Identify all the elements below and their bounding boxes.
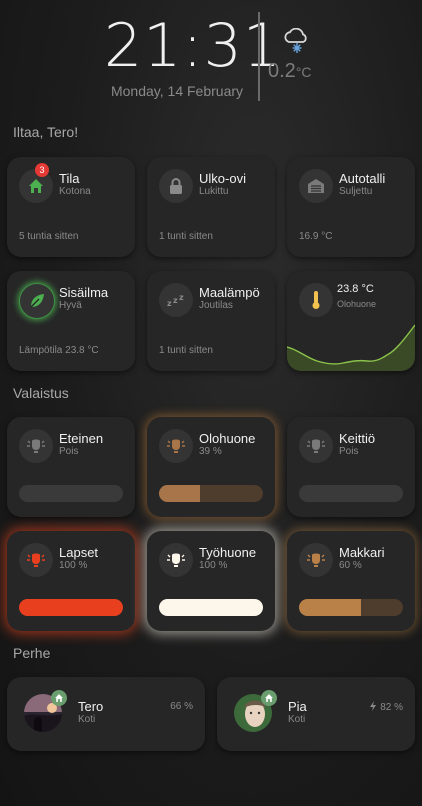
card-state: Suljettu [339, 186, 373, 197]
light-state: 60 % [339, 560, 362, 571]
brightness-fill [299, 599, 362, 616]
card-footer: 1 tunti sitten [159, 231, 213, 242]
light-name: Työhuone [199, 545, 257, 560]
brightness-fill [159, 599, 263, 616]
lock-icon [159, 169, 193, 203]
temperature-value: 23.8 °C [337, 283, 374, 295]
card-autotalli[interactable]: Autotalli Suljettu 16.9 °C [287, 157, 415, 257]
thermometer-icon [299, 283, 333, 317]
temperature-room: Olohuone [337, 299, 377, 309]
home-icon [261, 690, 277, 706]
light-name: Lapset [59, 545, 99, 560]
svg-text:z: z [173, 296, 178, 305]
leaf-icon [19, 283, 55, 319]
card-footer: 5 tuntia sitten [19, 231, 79, 242]
card-footer: 16.9 °C [299, 231, 333, 242]
light-state: 39 % [199, 446, 222, 457]
card-name: Tila [59, 171, 80, 186]
notification-badge: 3 [35, 163, 49, 177]
light-bulb-icon [159, 543, 193, 577]
brightness-fill [159, 485, 200, 502]
card-tila[interactable]: 3 Tila Kotona 5 tuntia sitten [7, 157, 135, 257]
light-bulb-icon [299, 543, 333, 577]
person-state: Koti [288, 714, 306, 725]
person-card-pia[interactable]: Pia Koti 82 % [217, 677, 415, 751]
garage-icon [299, 169, 333, 203]
clock-divider [258, 12, 260, 101]
card-name: Maalämpö [199, 285, 260, 300]
clock-date: Monday, 14 February [110, 83, 244, 99]
brightness-slider[interactable] [159, 599, 263, 616]
temperature-sparkline [287, 324, 415, 371]
card-ulko-ovi[interactable]: Ulko-ovi Lukittu 1 tunti sitten [147, 157, 275, 257]
light-state: 100 % [199, 560, 228, 571]
light-card-lapset[interactable]: Lapset 100 % [7, 531, 135, 631]
light-state: Pois [59, 446, 79, 457]
lighting-section-title: Valaistus [13, 385, 69, 401]
card-name: Sisäilma [59, 285, 109, 300]
card-state: Hyvä [59, 300, 82, 311]
person-name: Tero [78, 699, 104, 714]
brightness-fill [19, 599, 123, 616]
light-bulb-icon [19, 429, 53, 463]
light-card-eteinen[interactable]: Eteinen Pois [7, 417, 135, 517]
card-name: Autotalli [339, 171, 386, 186]
light-card-olohuone[interactable]: Olohuone 39 % [147, 417, 275, 517]
light-state: Pois [339, 446, 359, 457]
brightness-slider[interactable] [299, 599, 403, 616]
brightness-slider[interactable] [19, 599, 123, 616]
light-bulb-icon [299, 429, 333, 463]
card-state: Lukittu [199, 186, 229, 197]
light-name: Keittiö [339, 431, 376, 446]
card-footer: Lämpötila 23.8 °C [19, 345, 99, 356]
card-sisailma[interactable]: Sisäilma Hyvä Lämpötila 23.8 °C [7, 271, 135, 371]
card-footer: 1 tunti sitten [159, 345, 213, 356]
brightness-slider[interactable] [299, 485, 403, 502]
svg-text:z: z [179, 293, 184, 302]
card-name: Ulko-ovi [199, 171, 246, 186]
card-state: Joutilas [199, 300, 233, 311]
person-battery: 66 % [170, 701, 193, 712]
person-name: Pia [288, 699, 307, 714]
person-battery: 82 % [369, 701, 403, 713]
light-name: Olohuone [199, 431, 256, 446]
greeting: Iltaa, Tero! [13, 124, 79, 140]
home-icon [51, 690, 67, 706]
brightness-slider[interactable] [19, 485, 123, 502]
person-card-tero[interactable]: Tero Koti 66 % [7, 677, 205, 751]
light-card-makkari[interactable]: Makkari 60 % [287, 531, 415, 631]
brightness-slider[interactable] [159, 485, 263, 502]
outdoor-temperature: 0.2°C [268, 60, 312, 82]
charging-icon [370, 701, 377, 711]
sleep-icon: zzz [159, 283, 193, 317]
light-card-keitti-[interactable]: Keittiö Pois [287, 417, 415, 517]
card-temperature[interactable]: 23.8 °C Olohuone [287, 271, 415, 371]
card-maalampo[interactable]: zzz Maalämpö Joutilas 1 tunti sitten [147, 271, 275, 371]
light-bulb-icon [159, 429, 193, 463]
light-name: Eteinen [59, 431, 104, 446]
clock-time: 21:31 [104, 11, 282, 81]
cloud-snow-icon [281, 27, 309, 54]
svg-text:z: z [167, 299, 172, 308]
light-bulb-icon [19, 543, 53, 577]
light-card-ty-huone[interactable]: Työhuone 100 % [147, 531, 275, 631]
light-state: 100 % [59, 560, 88, 571]
card-state: Kotona [59, 186, 91, 197]
light-name: Makkari [339, 545, 385, 560]
person-state: Koti [78, 714, 96, 725]
family-section-title: Perhe [13, 645, 51, 661]
